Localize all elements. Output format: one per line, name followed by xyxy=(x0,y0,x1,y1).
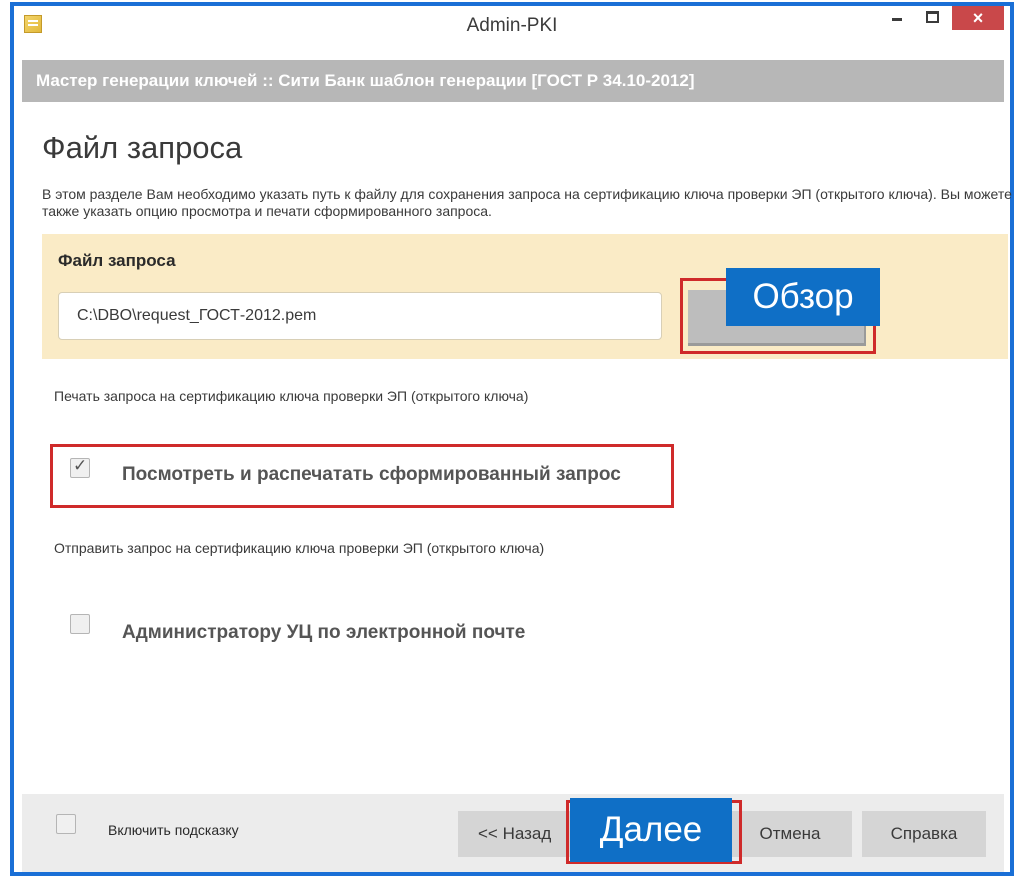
minimize-button[interactable] xyxy=(884,6,910,28)
print-request-checkbox[interactable] xyxy=(70,456,90,478)
request-file-panel: Файл запроса Обзор xyxy=(42,234,1008,359)
close-icon: × xyxy=(972,8,984,28)
request-file-path-input[interactable] xyxy=(58,292,662,340)
enable-hint-label[interactable]: Включить подсказку xyxy=(108,822,239,838)
next-button[interactable]: Далее xyxy=(570,798,732,862)
title-bar[interactable]: Admin-PKI × xyxy=(14,6,1010,46)
wizard-header: Мастер генерации ключей :: Сити Банк шаб… xyxy=(22,60,1004,102)
send-email-label[interactable]: Администратору УЦ по электронной почте xyxy=(122,622,525,644)
browse-callout: Обзор xyxy=(726,268,880,326)
admin-pki-window: Admin-PKI × Мастер генерации ключей :: С… xyxy=(10,2,1014,876)
page-description: В этом разделе Вам необходимо указать пу… xyxy=(42,186,1012,219)
close-button[interactable]: × xyxy=(952,6,1004,30)
send-section-caption: Отправить запрос на сертификацию ключа п… xyxy=(54,540,545,556)
maximize-icon xyxy=(926,11,939,23)
send-email-checkbox[interactable] xyxy=(70,614,90,634)
request-file-label: Файл запроса xyxy=(58,251,176,270)
window-title: Admin-PKI xyxy=(466,15,558,36)
enable-hint-checkbox[interactable] xyxy=(56,814,76,834)
page-title: Файл запроса xyxy=(42,130,243,165)
print-section-caption: Печать запроса на сертификацию ключа про… xyxy=(54,388,529,404)
maximize-button[interactable] xyxy=(918,6,944,28)
cancel-button[interactable]: Отмена xyxy=(728,811,852,857)
minimize-icon xyxy=(892,18,902,21)
wizard-footer: Включить подсказку << Назад Отмена Справ… xyxy=(22,794,1004,872)
help-button[interactable]: Справка xyxy=(862,811,986,857)
print-request-label[interactable]: Посмотреть и распечатать сформированный … xyxy=(122,464,621,486)
